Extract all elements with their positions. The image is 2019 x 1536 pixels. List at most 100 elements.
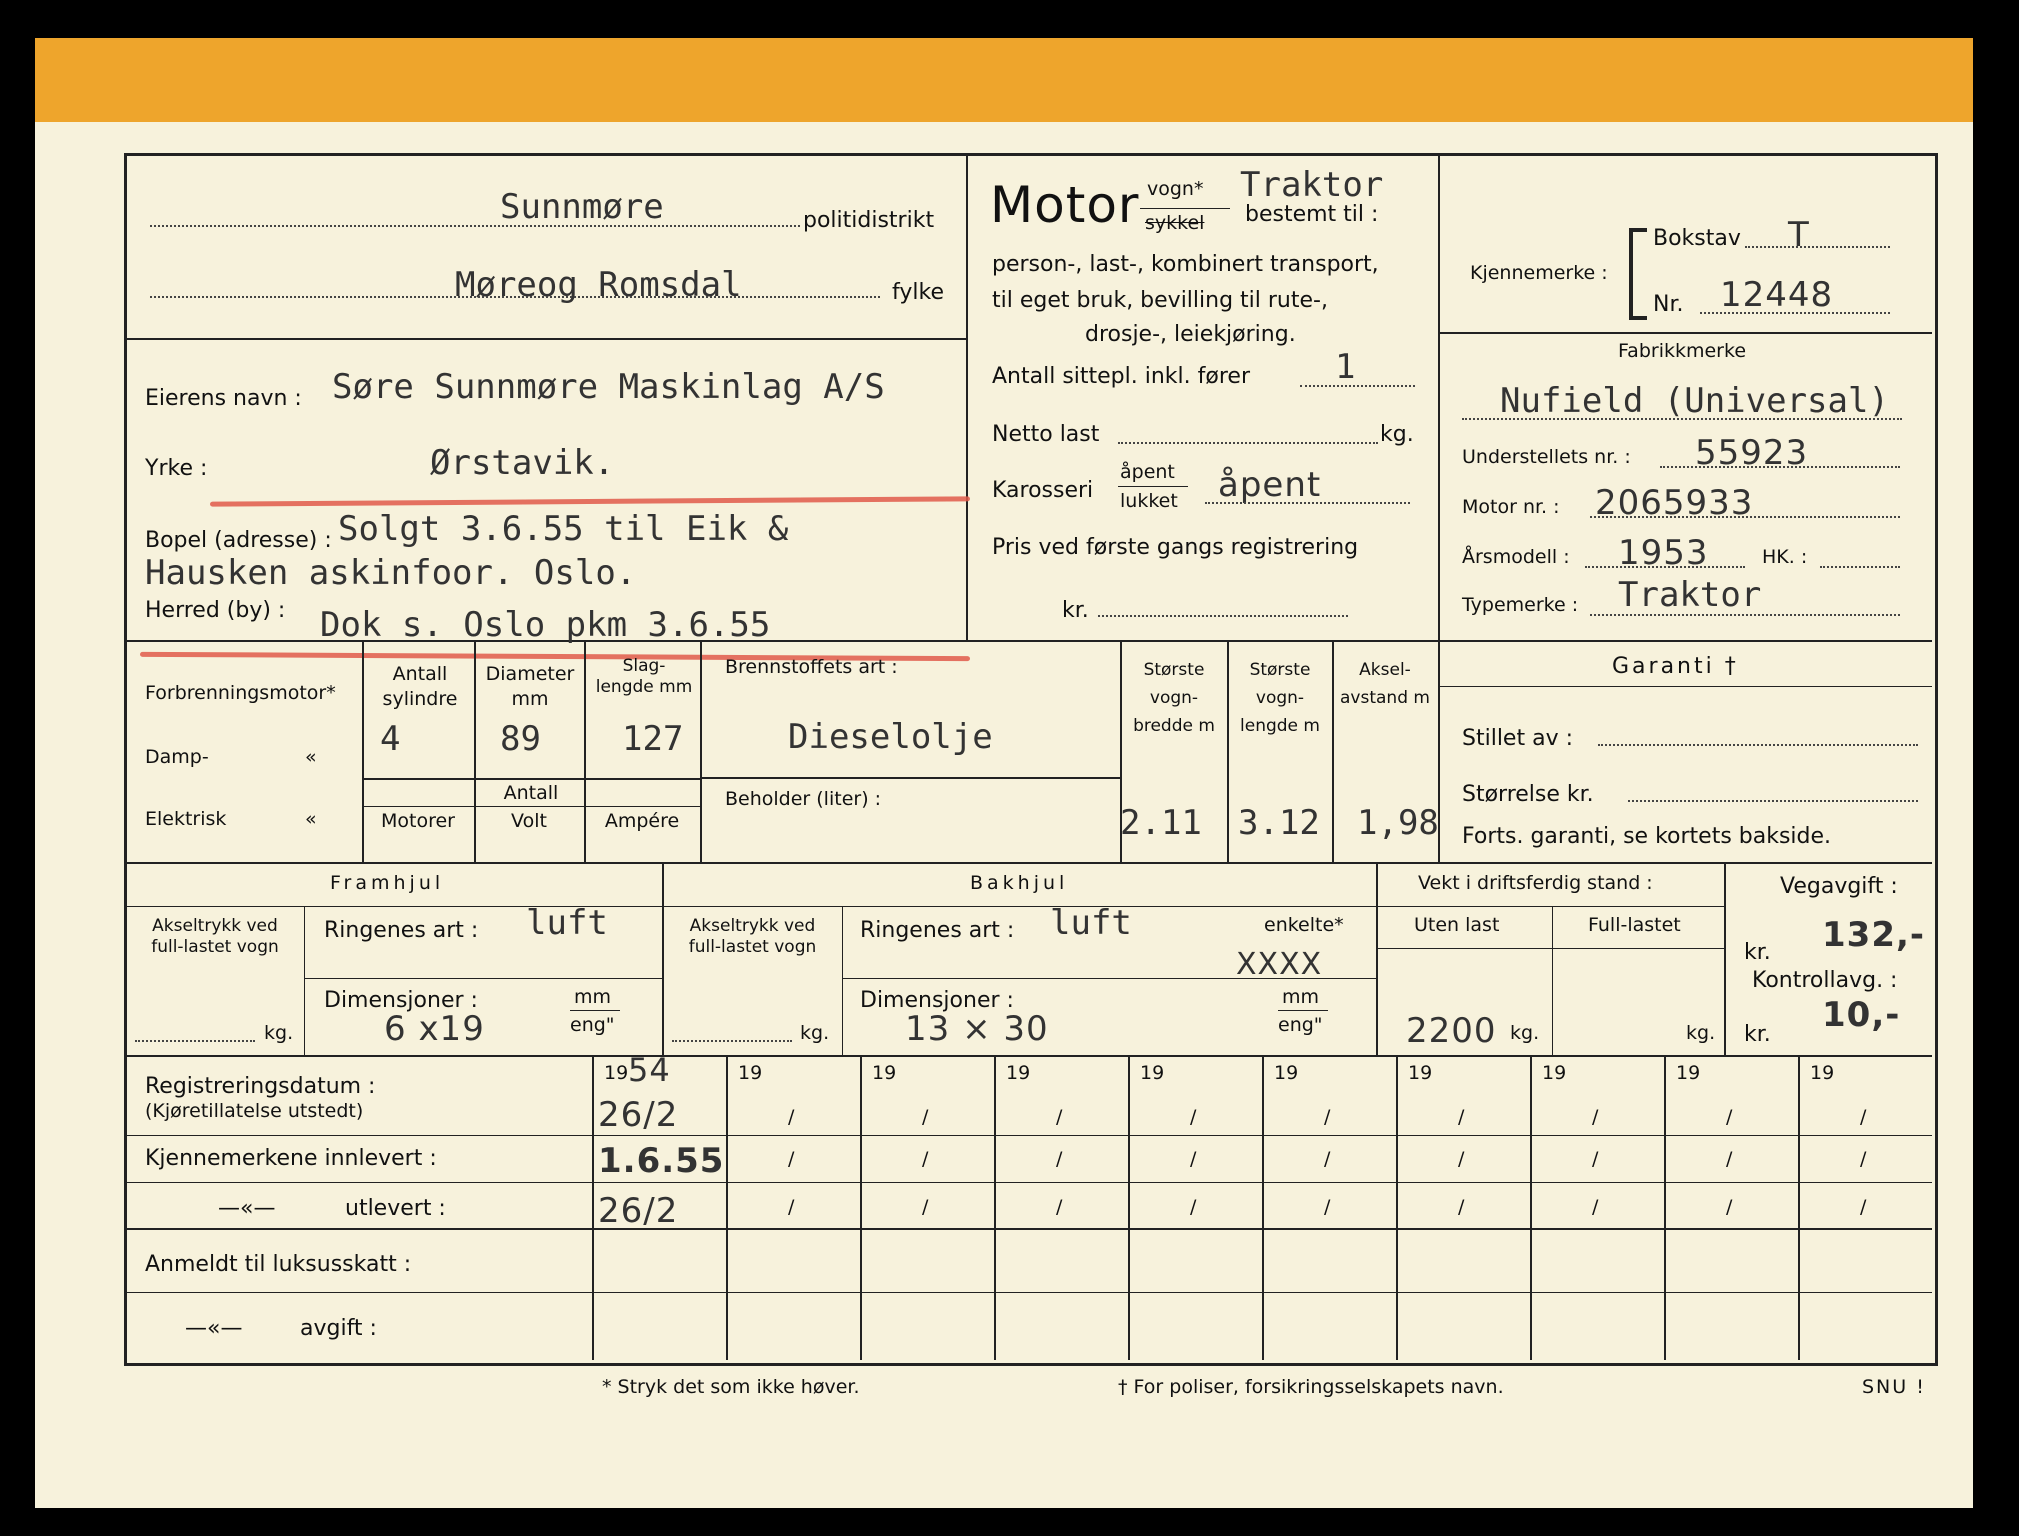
rear-dim-value: 13 × 30 [905,1009,1049,1049]
bestemt-label: bestemt til : [1245,202,1379,227]
owner-name-value: Søre Sunnmøre Maskinlag A/S [332,367,885,407]
divider [1227,640,1229,862]
year-prefix: 19 [1542,1062,1567,1084]
kr-label: kr. [1744,940,1771,965]
divider [1376,948,1724,949]
plate-label: Kjennemerke : [1470,262,1608,284]
dotted-line [1590,614,1900,616]
date-row-divider [127,1135,1932,1136]
date-slash: / [788,1196,795,1218]
year-prefix: 19 [1274,1062,1299,1084]
engine-nr-value: 2065933 [1595,483,1754,523]
dotted-line [1590,516,1900,518]
police-district-value: Sunnmøre [500,187,664,227]
first-returned-value: 1.6.55 [598,1141,725,1181]
front-tire-label: Ringenes art : [324,918,479,943]
rear-axle-load-label: Akseltrykk ved full-lastet vogn [688,916,817,958]
dotted-line [1628,800,1918,802]
address-value-2: Hausken askinfoor. Oslo. [145,553,637,593]
dotted-line [1700,312,1890,314]
orange-index-band [35,38,1973,122]
letter-label: Bokstav [1653,226,1741,251]
occupation-value: Ørstavik. [430,443,615,483]
year-prefix: 19 [872,1062,897,1084]
date-slash: / [1056,1148,1063,1170]
date-slash: / [1726,1106,1733,1128]
date-slash: / [1860,1106,1867,1128]
date-column-divider [1798,1055,1800,1360]
front-tire-value: luft [526,903,608,943]
date-column-divider [1530,1055,1532,1360]
date-column-divider [994,1055,996,1360]
date-slash: / [1592,1196,1599,1218]
cylinders-value: 4 [380,719,401,759]
date-slash: / [1056,1196,1063,1218]
date-slash: / [1592,1148,1599,1170]
width-value: 2.11 [1120,803,1202,843]
year-prefix: 19 [1408,1062,1433,1084]
motorer-label: Motorer [381,810,455,832]
guarantee-title: Garanti † [1612,654,1739,679]
ditto-mark: « [305,808,317,830]
date-row-divider [127,1182,1932,1183]
body-value: åpent [1218,465,1322,505]
usage-line-1: person-, last-, kombinert transport, [992,252,1379,277]
divider [304,978,662,979]
divider [662,862,664,1055]
year-prefix: 19 [604,1062,629,1084]
date-column-divider [860,1055,862,1360]
dotted-line [1745,246,1890,248]
date-slash: / [1324,1148,1331,1170]
footnote-strike: * Stryk det som ikke høver. [602,1376,860,1398]
divider [1376,906,1724,907]
mm-label: mm [574,986,612,1008]
ampere-label: Ampére [604,810,680,832]
date-slash: / [788,1106,795,1128]
dotted-line [1300,385,1415,387]
usage-line-3: drosje-, leiekjøring. [1085,322,1296,347]
date-column-divider [726,1055,728,1360]
sykkel-option: sykkel [1145,212,1205,234]
body-closed: lukket [1120,490,1178,512]
date-slash: / [922,1106,929,1128]
divider [362,806,700,807]
dotted-line [150,225,800,227]
kg-label: kg. [800,1022,830,1044]
date-slash: / [1190,1148,1197,1170]
rear-wheel-title: Bakhjul [970,872,1069,894]
length-label: Største vogn- lengde m [1240,660,1320,737]
body-open: åpent [1120,461,1175,483]
nr-value: 12448 [1720,275,1834,315]
stroke-value: 127 [622,719,684,759]
divider [1332,640,1334,862]
year-prefix: 19 [1006,1062,1031,1084]
divider [127,1055,1932,1057]
road-fee-value: 132,- [1822,915,1925,955]
date-slash: / [1860,1148,1867,1170]
mm-label: mm [1282,986,1320,1008]
date-column-divider [1262,1055,1264,1360]
control-fee-value: 10,- [1822,995,1901,1035]
divider [1438,686,1932,687]
county-label: fylke [892,280,944,305]
dotted-line [1820,566,1900,568]
rear-tire-label: Ringenes art : [860,918,1015,943]
returned-label: Kjennemerkene innlevert : [145,1146,437,1171]
district-value: Dok s. Oslo pkm 3.6.55 [320,605,771,645]
bracket [1629,228,1647,320]
year-prefix: 19 [738,1062,763,1084]
combustion-label: Forbrenningsmotor* [145,682,336,704]
date-slash: / [1190,1196,1197,1218]
body-label: Karosseri [992,478,1094,503]
seats-label: Antall sittepl. inkl. fører [992,364,1250,389]
engine-nr-label: Motor nr. : [1462,496,1560,518]
diameter-label: Diameter mm [485,663,575,710]
axle-label: Aksel- avstand m [1340,660,1430,709]
date-slash: / [1190,1106,1197,1128]
ditto-mark: « [305,746,317,768]
diameter-value: 89 [500,719,541,759]
divider [700,640,702,862]
divider [700,777,1120,779]
date-slash: / [1458,1196,1465,1218]
eng-label: eng" [570,1014,615,1036]
